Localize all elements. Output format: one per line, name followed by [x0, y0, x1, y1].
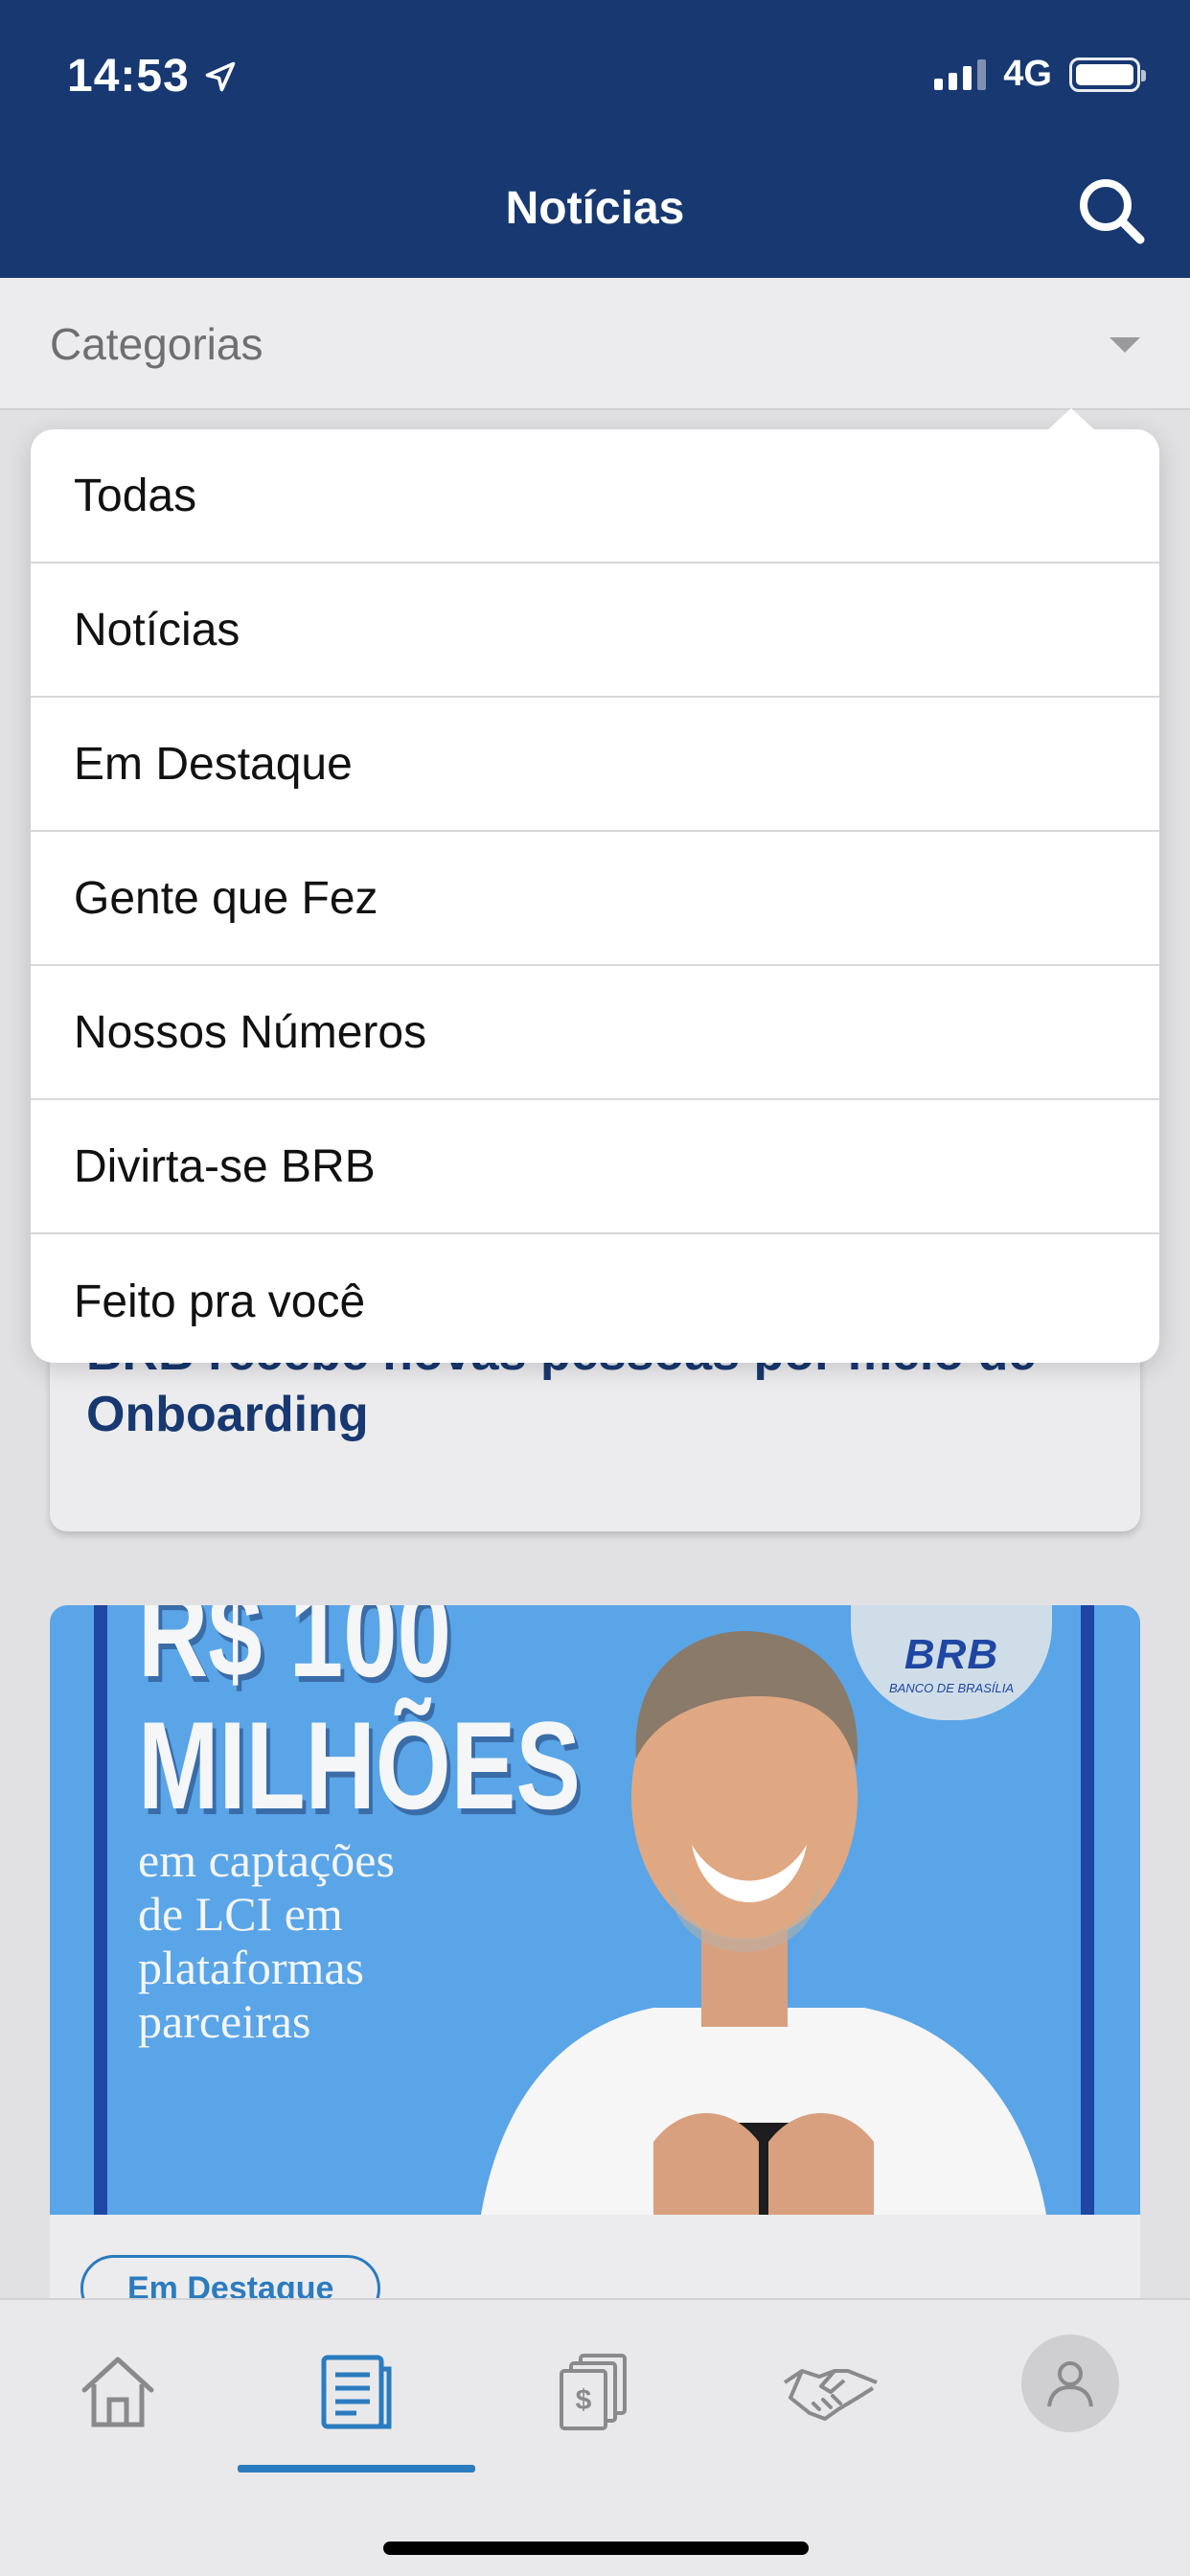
promo-subtitle-line: em captações [138, 1833, 395, 1887]
signal-icon [934, 58, 987, 90]
home-icon [81, 2357, 154, 2427]
tab-profile[interactable] [1021, 2334, 1119, 2432]
tab-statements[interactable]: $ [540, 2338, 646, 2444]
handshake-icon [783, 2369, 878, 2421]
bottom-tab-bar: $ [0, 2298, 1190, 2576]
app-header: 14:53 4G Notícias [0, 0, 1190, 278]
news-card-image: R$ 100 MILHÕES em captações de LCI em pl… [50, 1605, 1140, 2215]
decorative-stripe [94, 1605, 107, 2215]
brb-logo-tagline: BANCO DE BRASÍLIA [888, 1680, 1015, 1695]
tab-home[interactable] [65, 2338, 171, 2444]
battery-icon [1069, 57, 1146, 92]
promo-subtitle-line: parceiras [138, 1994, 311, 2048]
search-icon[interactable] [1073, 172, 1150, 249]
categories-label: Categorias [50, 319, 263, 369]
promo-subtitle: em captações de LCI em plataformas parce… [138, 1833, 395, 2048]
active-tab-indicator [238, 2465, 475, 2472]
status-indicators: 4G [934, 54, 1146, 95]
profile-icon [1047, 2361, 1093, 2407]
dropdown-option-feito-pra-voce[interactable]: Feito pra você [31, 1234, 1159, 1368]
promo-subtitle-line: de LCI em [138, 1887, 343, 1941]
dropdown-option-em-destaque[interactable]: Em Destaque [31, 698, 1159, 832]
news-icon [321, 2355, 392, 2429]
brb-logo: BRB [904, 1630, 999, 1678]
network-label: 4G [1003, 54, 1052, 94]
status-time-text: 14:53 [67, 51, 190, 102]
promo-subtitle-line: plataformas [138, 1941, 365, 1994]
location-arrow-icon [205, 61, 236, 91]
statement-icon: $ [560, 2354, 627, 2430]
news-card[interactable]: R$ 100 MILHÕES em captações de LCI em pl… [50, 1605, 1140, 2334]
dropdown-option-nossos-numeros[interactable]: Nossos Números [31, 966, 1159, 1100]
dropdown-option-gente-que-fez[interactable]: Gente que Fez [31, 832, 1159, 966]
chevron-down-icon [1110, 337, 1140, 353]
news-card-title-end: Onboarding [86, 1387, 369, 1442]
dropdown-option-divirta-se-brb[interactable]: Divirta-se BRB [31, 1100, 1159, 1234]
categories-select[interactable]: Categorias [0, 278, 1190, 410]
page-title: Notícias [505, 183, 685, 234]
tab-news[interactable] [303, 2338, 408, 2444]
categories-dropdown: Todas Notícias Em Destaque Gente que Fez… [31, 408, 1159, 1363]
svg-text:$: $ [576, 2384, 592, 2416]
home-indicator [383, 2542, 809, 2555]
tab-partners[interactable] [778, 2338, 883, 2444]
status-time: 14:53 [67, 50, 238, 103]
dropdown-option-todas[interactable]: Todas [31, 429, 1159, 564]
dropdown-option-noticias[interactable]: Notícias [31, 564, 1159, 698]
